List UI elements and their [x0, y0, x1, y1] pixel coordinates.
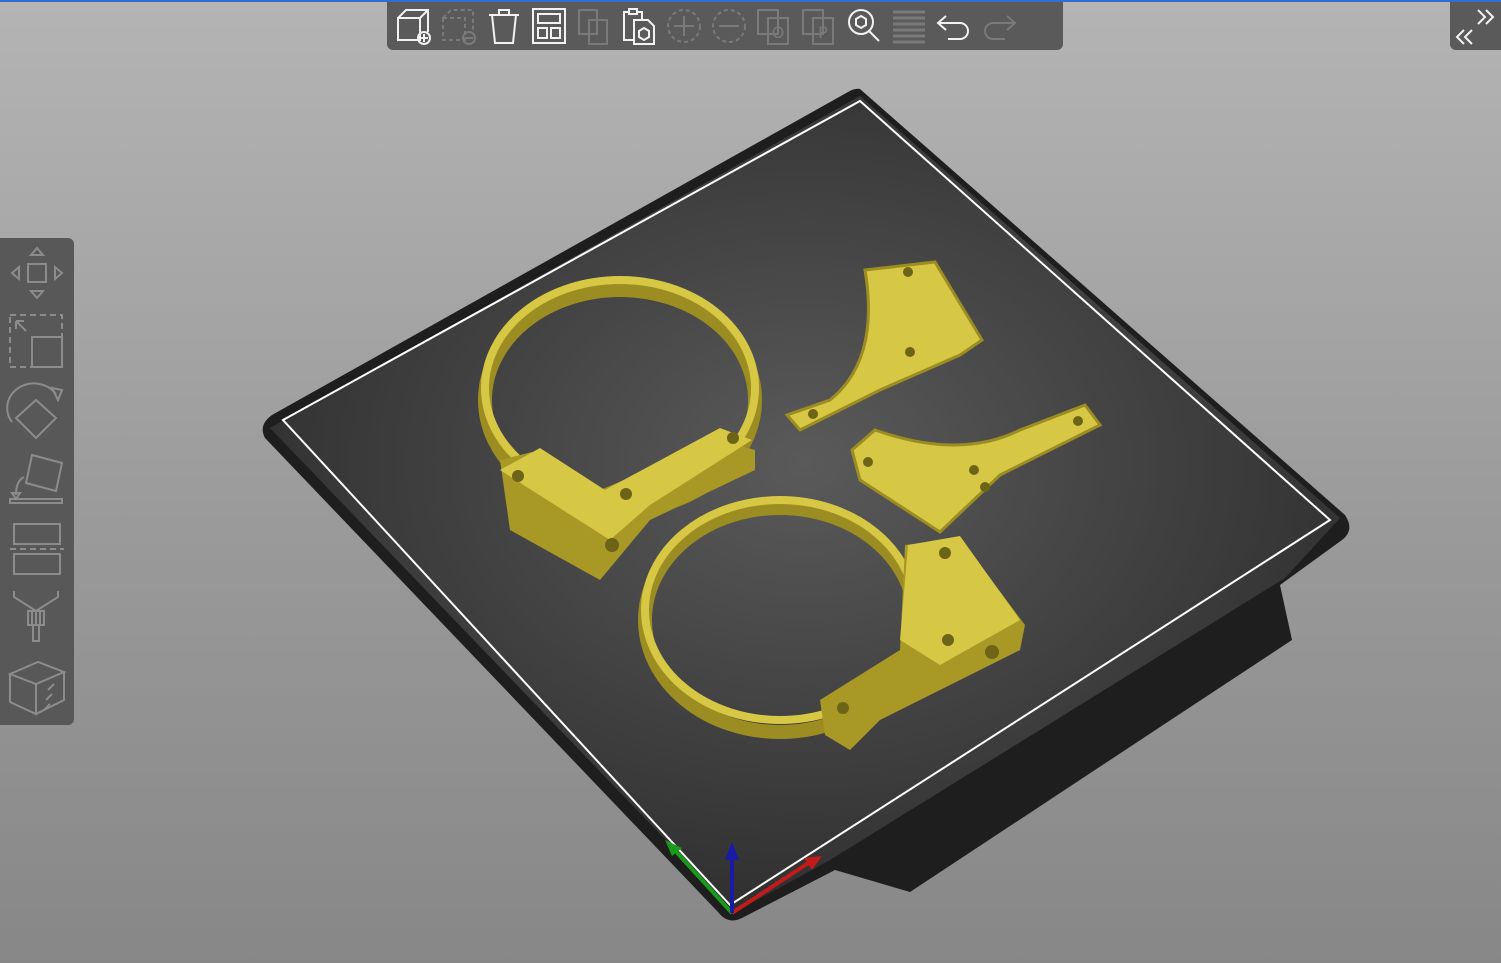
3d-viewport[interactable] — [0, 0, 1501, 963]
search-button[interactable] — [841, 4, 886, 48]
layers-editing-button[interactable] — [886, 4, 931, 48]
copy-button[interactable] — [571, 4, 616, 48]
paint-supports-icon — [13, 590, 59, 642]
delete-button[interactable] — [436, 4, 481, 48]
delete-all-button[interactable] — [481, 4, 526, 48]
paint-supports-button[interactable] — [4, 583, 70, 652]
place-on-face-icon — [9, 453, 64, 504]
svg-text:P: P — [818, 23, 828, 42]
main-toolbar: O P — [387, 2, 1063, 50]
place-on-face-button[interactable] — [4, 445, 70, 514]
double-chevron-icon — [1455, 9, 1495, 45]
delete-all-icon — [488, 9, 519, 44]
split-parts-button[interactable]: P — [796, 4, 841, 48]
search-icon — [847, 9, 880, 42]
scale-icon — [9, 313, 63, 368]
delete-icon — [441, 9, 476, 45]
collapse-sidebar-button[interactable] — [1450, 2, 1501, 50]
redo-button[interactable] — [976, 4, 1021, 48]
add-button[interactable] — [391, 4, 436, 48]
split-parts-icon: P — [801, 9, 834, 45]
rotate-button[interactable] — [4, 376, 70, 445]
move-button[interactable] — [4, 238, 70, 307]
split-objects-icon: O — [756, 9, 789, 45]
scale-button[interactable] — [4, 307, 70, 376]
seam-painting-button[interactable] — [4, 652, 70, 721]
move-icon — [10, 245, 64, 300]
add-icon — [396, 9, 431, 45]
arrange-icon — [531, 8, 566, 44]
remove-instance-button[interactable] — [706, 4, 751, 48]
svg-text:O: O — [771, 23, 784, 42]
rotate-icon — [6, 381, 64, 439]
add-instance-button[interactable] — [661, 4, 706, 48]
cut-icon — [10, 522, 64, 575]
seam-painting-icon — [7, 660, 67, 716]
undo-icon — [935, 15, 969, 40]
add-instance-icon — [666, 9, 701, 43]
gizmo-toolbar — [0, 238, 74, 725]
paste-button[interactable] — [616, 4, 661, 48]
layers-editing-icon — [892, 10, 925, 44]
paste-icon — [622, 8, 655, 45]
arrange-button[interactable] — [526, 4, 571, 48]
redo-icon — [983, 15, 1017, 40]
split-objects-button[interactable]: O — [751, 4, 796, 48]
remove-instance-icon — [711, 9, 746, 43]
cut-button[interactable] — [4, 514, 70, 583]
copy-icon — [577, 9, 608, 45]
undo-button[interactable] — [931, 4, 976, 48]
